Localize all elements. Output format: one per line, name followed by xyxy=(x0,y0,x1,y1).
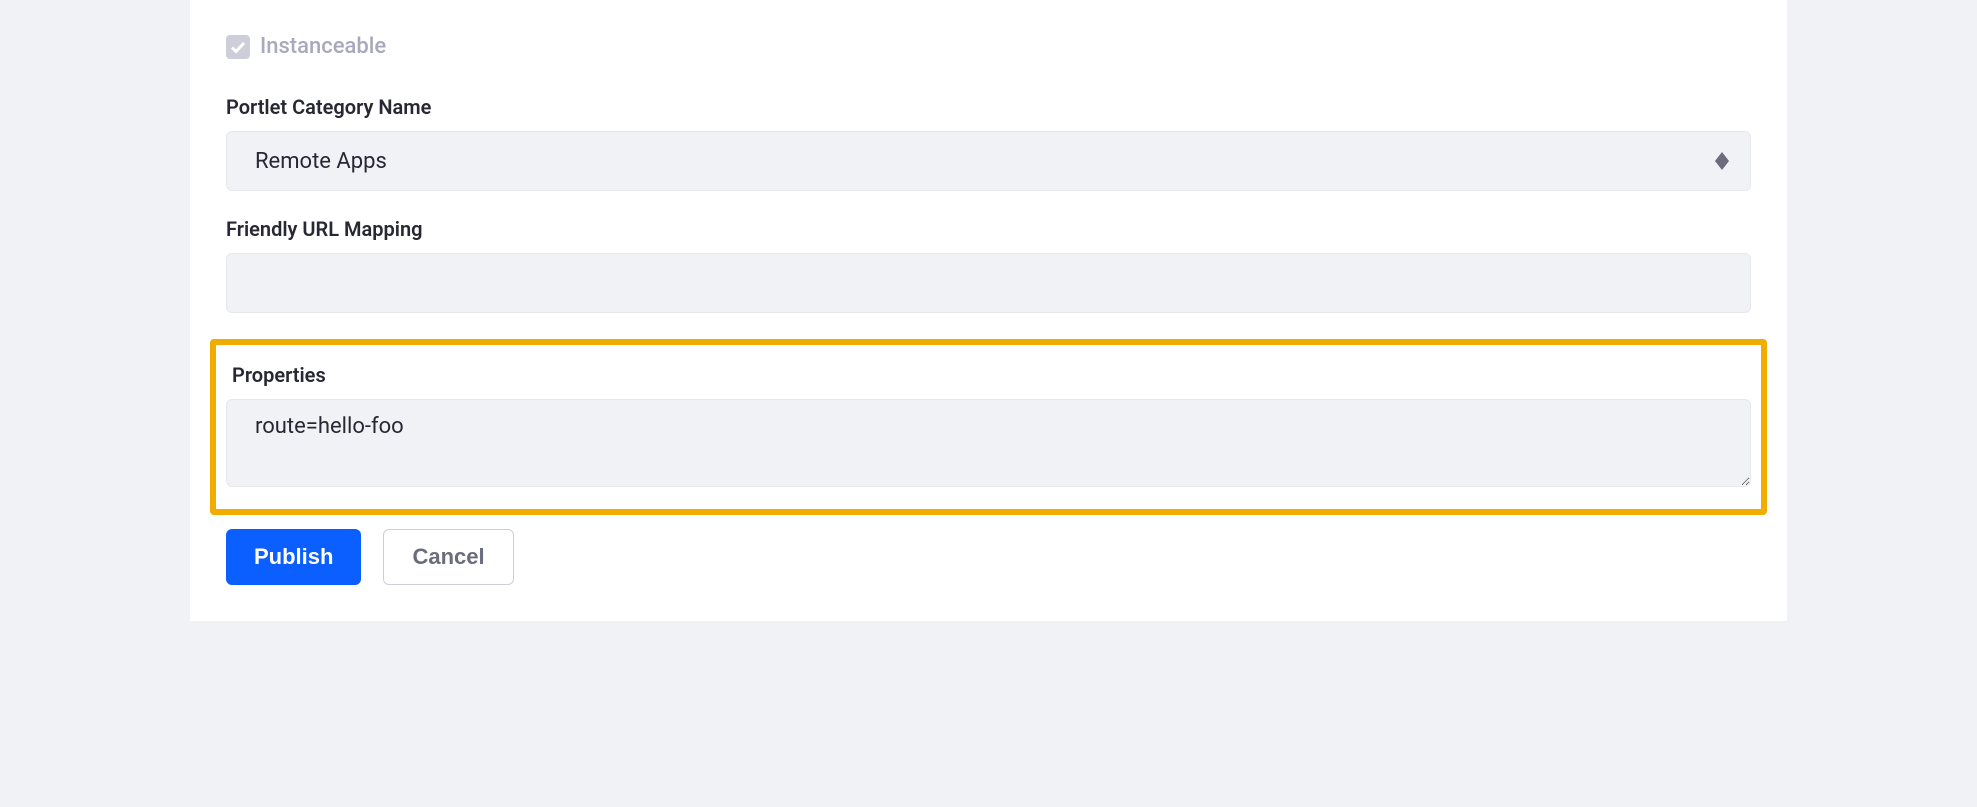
check-icon xyxy=(230,39,246,55)
instanceable-checkbox[interactable] xyxy=(226,35,250,59)
instanceable-field: Instanceable xyxy=(226,0,1751,69)
properties-highlighted-section: Properties xyxy=(210,339,1767,515)
portlet-category-field: Portlet Category Name Remote Apps xyxy=(226,95,1751,191)
instanceable-label: Instanceable xyxy=(260,34,386,59)
button-row: Publish Cancel xyxy=(226,529,1751,585)
friendly-url-input[interactable] xyxy=(226,253,1751,313)
portlet-category-select[interactable]: Remote Apps xyxy=(226,131,1751,191)
portlet-category-label: Portlet Category Name xyxy=(226,95,1751,119)
portlet-category-value: Remote Apps xyxy=(255,149,387,174)
properties-label: Properties xyxy=(232,363,1751,387)
friendly-url-field: Friendly URL Mapping xyxy=(226,217,1751,313)
cancel-button[interactable]: Cancel xyxy=(383,529,513,585)
properties-textarea[interactable] xyxy=(226,399,1751,487)
publish-button[interactable]: Publish xyxy=(226,529,361,585)
friendly-url-label: Friendly URL Mapping xyxy=(226,217,1751,241)
form-card: Instanceable Portlet Category Name Remot… xyxy=(190,0,1787,621)
